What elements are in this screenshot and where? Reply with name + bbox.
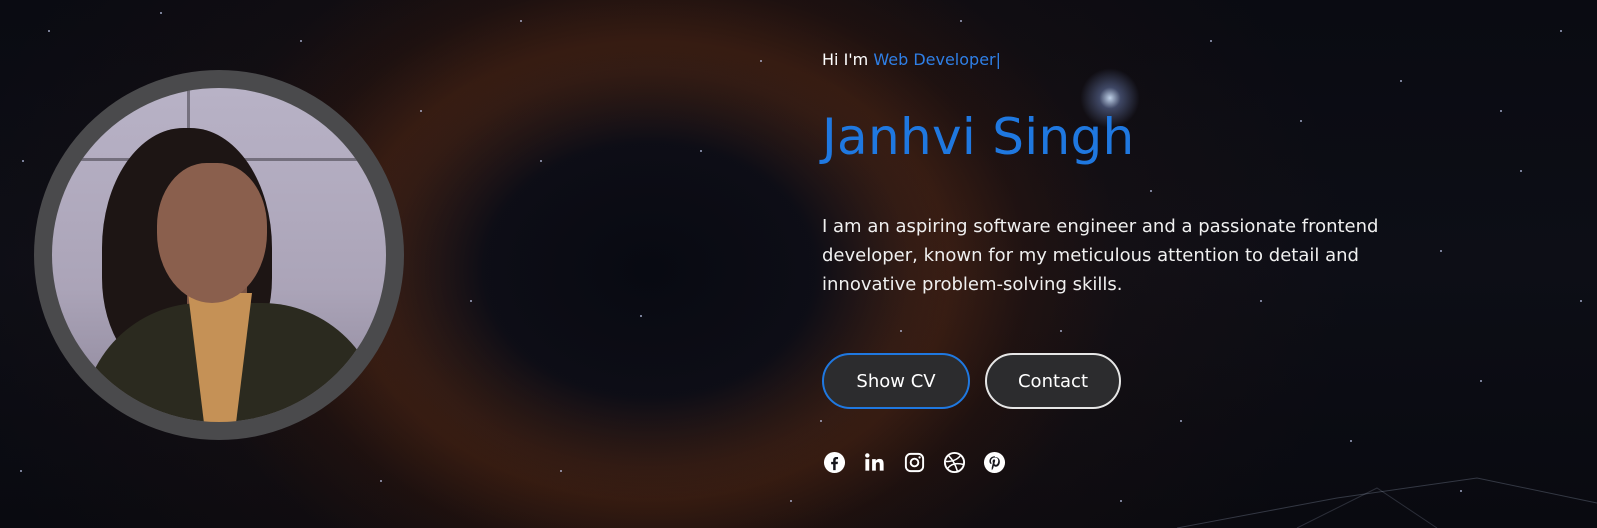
constellation-lines: [1177, 477, 1597, 528]
show-cv-button[interactable]: Show CV: [822, 353, 970, 409]
typed-role: Web Developer: [873, 50, 996, 69]
instagram-icon[interactable]: [902, 450, 926, 474]
pinterest-icon[interactable]: [982, 450, 1006, 474]
typing-cursor: |: [995, 50, 1002, 69]
dribbble-icon[interactable]: [942, 450, 966, 474]
facebook-icon[interactable]: [822, 450, 846, 474]
greeting-line: Hi I'm Web Developer|: [822, 50, 1001, 69]
greeting-prefix: Hi I'm: [822, 50, 874, 69]
profile-photo: [52, 88, 386, 422]
contact-button[interactable]: Contact: [985, 353, 1121, 409]
hero-bio: I am an aspiring software engineer and a…: [822, 216, 1379, 295]
social-links: [822, 450, 1006, 474]
linkedin-icon[interactable]: [862, 450, 886, 474]
hero-name: Janhvi Singh: [822, 108, 1135, 166]
avatar-ring: [34, 70, 404, 440]
